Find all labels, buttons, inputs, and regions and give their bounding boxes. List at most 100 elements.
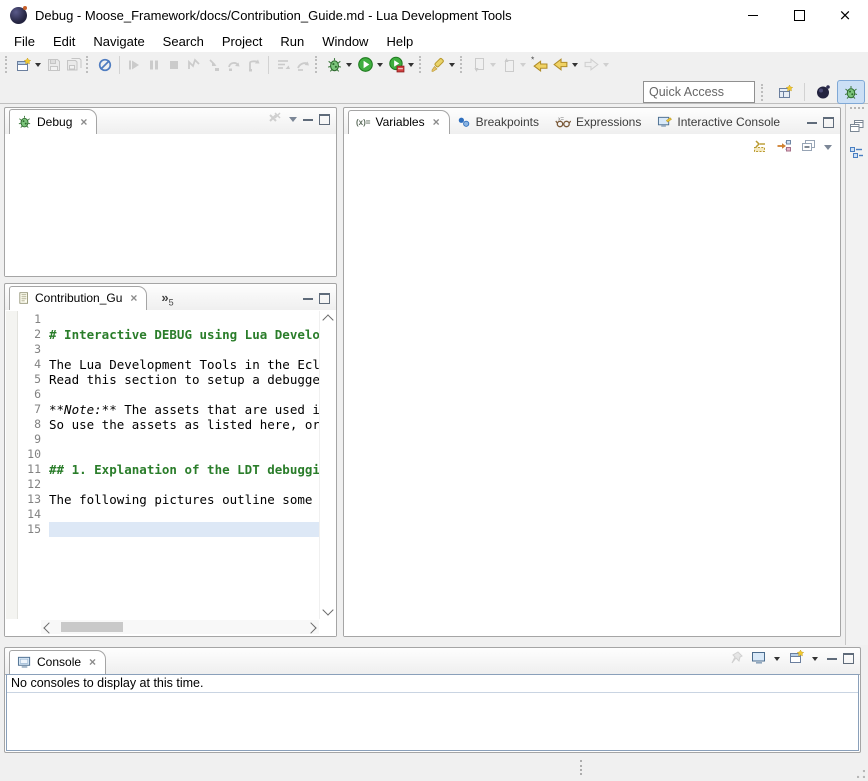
menu-item[interactable]: Edit: [44, 32, 84, 51]
variables-view-content[interactable]: [344, 134, 840, 636]
toolbar-grip[interactable]: [460, 56, 465, 73]
tab-console[interactable]: Console ×: [9, 650, 106, 675]
tab-expressions[interactable]: x= Expressions: [548, 111, 650, 134]
debug-maximize-icon[interactable]: [319, 114, 330, 125]
debug-perspective-button[interactable]: [837, 80, 865, 104]
debug-minimize-icon[interactable]: [303, 116, 313, 121]
previous-annotation-button[interactable]: [499, 53, 519, 77]
editor-vertical-scrollbar[interactable]: [319, 311, 335, 619]
quick-access-input[interactable]: [643, 81, 755, 103]
pin-console-button[interactable]: [729, 650, 745, 668]
remove-all-terminated-button[interactable]: [267, 111, 283, 128]
console-content[interactable]: No consoles to display at this time.: [6, 674, 859, 751]
forward-button[interactable]: [581, 53, 602, 77]
open-console-dropdown[interactable]: [812, 657, 818, 661]
close-window-button[interactable]: ×: [822, 0, 868, 30]
editor-text-area[interactable]: 1 2 # Interactive DEBUG using Lua Develo…: [18, 312, 319, 619]
menu-item[interactable]: Search: [154, 32, 213, 51]
variables-maximize-icon[interactable]: [823, 117, 834, 128]
hidden-editors-chevron[interactable]: »5: [161, 290, 173, 310]
window-resize-grip[interactable]: [857, 770, 865, 778]
toolbar-grip[interactable]: [761, 84, 766, 101]
display-console-dropdown[interactable]: [774, 657, 780, 661]
menu-item[interactable]: File: [5, 32, 44, 51]
scroll-right-icon[interactable]: [305, 622, 316, 633]
tab-interactive-console[interactable]: Interactive Console: [650, 111, 789, 134]
use-step-filters-button[interactable]: [273, 53, 293, 77]
last-edit-location-button[interactable]: *: [529, 53, 550, 77]
forward-dropdown[interactable]: [603, 63, 609, 67]
scrollbar-thumb[interactable]: [61, 622, 123, 632]
back-button[interactable]: [550, 53, 571, 77]
editor-minimize-icon[interactable]: [303, 295, 313, 300]
toolbar-grip[interactable]: [419, 56, 424, 73]
tab-debug-close-icon[interactable]: ×: [80, 116, 87, 128]
back-dropdown[interactable]: [572, 63, 578, 67]
external-tools-dropdown[interactable]: [408, 63, 414, 67]
console-minimize-icon[interactable]: [827, 655, 837, 660]
new-wizard-dropdown[interactable]: [35, 63, 41, 67]
tab-console-close-icon[interactable]: ×: [89, 656, 96, 668]
tab-breakpoints[interactable]: Breakpoints: [450, 111, 548, 134]
next-annotation-button[interactable]: [469, 53, 489, 77]
menu-item[interactable]: Help: [377, 32, 422, 51]
skip-all-breakpoints-button[interactable]: [95, 53, 115, 77]
suspend-button[interactable]: [144, 53, 164, 77]
variables-minimize-icon[interactable]: [807, 119, 817, 124]
editor-maximize-icon[interactable]: [319, 293, 330, 304]
external-tools-button[interactable]: [386, 53, 407, 77]
next-annotation-dropdown[interactable]: [490, 63, 496, 67]
menu-item[interactable]: Window: [313, 32, 377, 51]
lua-perspective-button[interactable]: [809, 80, 837, 104]
scroll-up-icon[interactable]: [322, 314, 333, 325]
scroll-left-icon[interactable]: [43, 622, 54, 633]
mark-occurrences-button[interactable]: [428, 53, 448, 77]
show-type-names-button[interactable]: [752, 138, 769, 157]
save-button[interactable]: [44, 53, 64, 77]
terminate-button[interactable]: [164, 53, 184, 77]
step-over-button[interactable]: [224, 53, 244, 77]
toolbar-grip[interactable]: [86, 56, 91, 73]
collapse-all-button[interactable]: [800, 138, 817, 157]
toolbar-grip[interactable]: [5, 56, 10, 73]
step-into-button[interactable]: [204, 53, 224, 77]
previous-annotation-dropdown[interactable]: [520, 63, 526, 67]
outline-view-button[interactable]: [849, 145, 865, 164]
resume-button[interactable]: [124, 53, 144, 77]
toolbar-grip[interactable]: [315, 56, 320, 73]
step-filter-config-button[interactable]: [293, 53, 313, 77]
new-wizard-button[interactable]: [14, 53, 34, 77]
annotation-ruler[interactable]: [6, 311, 18, 619]
menu-item[interactable]: Project: [213, 32, 271, 51]
editor-horizontal-scrollbar[interactable]: [41, 620, 319, 634]
open-console-button[interactable]: [789, 649, 805, 668]
tab-variables[interactable]: (x)= Variables ×: [348, 110, 450, 135]
status-drag-handle[interactable]: [580, 760, 582, 775]
tab-editor-contribution-guide[interactable]: Contribution_Gu ×: [9, 286, 147, 311]
debug-button[interactable]: [324, 53, 345, 77]
step-return-button[interactable]: [244, 53, 264, 77]
run-button[interactable]: [355, 53, 376, 77]
console-maximize-icon[interactable]: [843, 653, 854, 664]
tab-variables-close-icon[interactable]: ×: [433, 116, 440, 128]
mark-occurrences-dropdown[interactable]: [449, 63, 455, 67]
open-perspective-button[interactable]: [772, 80, 800, 104]
maximize-window-button[interactable]: [776, 0, 822, 30]
disconnect-button[interactable]: [184, 53, 204, 77]
debug-dropdown[interactable]: [346, 63, 352, 67]
minimize-window-button[interactable]: [730, 0, 776, 30]
tab-editor-close-icon[interactable]: ×: [130, 292, 137, 304]
run-dropdown[interactable]: [377, 63, 383, 67]
restore-view-button[interactable]: [849, 119, 865, 137]
save-all-button[interactable]: [64, 53, 84, 77]
tab-debug[interactable]: Debug ×: [9, 109, 97, 135]
menu-item[interactable]: Navigate: [84, 32, 153, 51]
show-logical-structure-button[interactable]: [776, 138, 793, 157]
debug-view-content[interactable]: [5, 134, 336, 276]
scroll-down-icon[interactable]: [322, 604, 333, 615]
variables-view-menu-icon[interactable]: [824, 145, 832, 150]
debug-view-menu-icon[interactable]: [289, 117, 297, 122]
trim-drag-handle[interactable]: [850, 107, 864, 111]
menu-item[interactable]: Run: [271, 32, 313, 51]
display-selected-console-button[interactable]: [751, 650, 767, 668]
